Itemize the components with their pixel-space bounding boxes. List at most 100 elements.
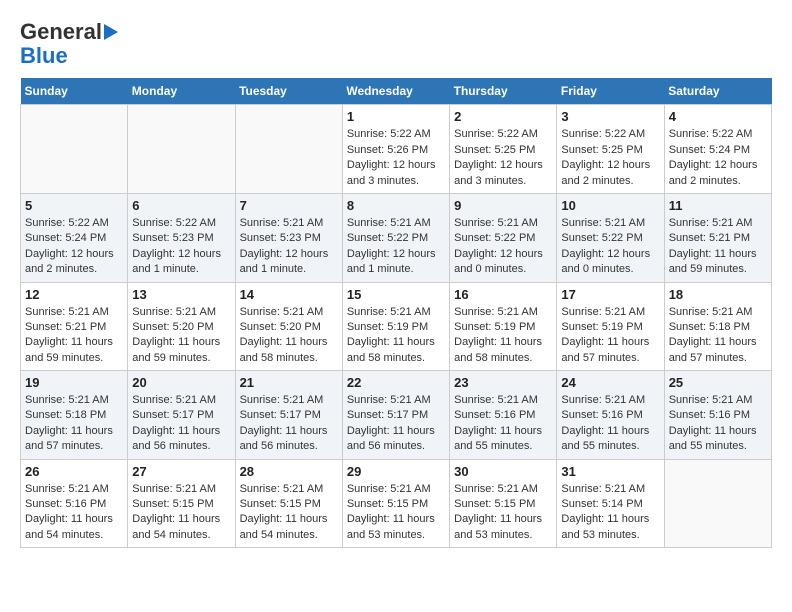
calendar-cell — [664, 459, 771, 548]
day-number: 3 — [561, 109, 659, 124]
calendar-cell: 9 Sunrise: 5:21 AM Sunset: 5:22 PM Daylig… — [450, 193, 557, 282]
calendar-header-row: SundayMondayTuesdayWednesdayThursdayFrid… — [21, 78, 772, 105]
calendar-cell: 3 Sunrise: 5:22 AM Sunset: 5:25 PM Daylig… — [557, 105, 664, 194]
day-info: Sunrise: 5:22 AM Sunset: 5:23 PM Dayligh… — [132, 216, 230, 278]
day-info: Sunrise: 5:21 AM Sunset: 5:16 PM Dayligh… — [561, 393, 659, 455]
calendar-cell: 2Sunrise: 5:22 AM Sunset: 5:25 PM Daylig… — [450, 105, 557, 194]
day-info: Sunrise: 5:21 AM Sunset: 5:17 PM Dayligh… — [347, 393, 445, 455]
day-info: Sunrise: 5:21 AM Sunset: 5:16 PM Dayligh… — [454, 393, 552, 455]
day-number: 12 — [25, 287, 123, 302]
header-wednesday: Wednesday — [342, 78, 449, 105]
calendar-week-0: 1Sunrise: 5:22 AM Sunset: 5:26 PM Daylig… — [21, 105, 772, 194]
day-number: 16 — [454, 287, 552, 302]
day-number: 25 — [669, 375, 767, 390]
calendar-cell: 11Sunrise: 5:21 AM Sunset: 5:21 PM Dayli… — [664, 193, 771, 282]
calendar-cell: 24 Sunrise: 5:21 AM Sunset: 5:16 PM Dayli… — [557, 371, 664, 460]
logo-general: General — [20, 20, 102, 44]
day-info: Sunrise: 5:22 AM Sunset: 5:24 PM Dayligh… — [25, 216, 123, 278]
logo: General Blue — [20, 20, 118, 68]
calendar-cell: 13 Sunrise: 5:21 AM Sunset: 5:20 PM Dayli… — [128, 282, 235, 371]
calendar-cell: 16 Sunrise: 5:21 AM Sunset: 5:19 PM Dayli… — [450, 282, 557, 371]
calendar-cell: 20 Sunrise: 5:21 AM Sunset: 5:17 PM Dayli… — [128, 371, 235, 460]
day-number: 22 — [347, 375, 445, 390]
day-number: 21 — [240, 375, 338, 390]
calendar-cell: 28Sunrise: 5:21 AM Sunset: 5:15 PM Dayli… — [235, 459, 342, 548]
day-info: Sunrise: 5:21 AM Sunset: 5:19 PM Dayligh… — [561, 305, 659, 367]
calendar-cell: 21 Sunrise: 5:21 AM Sunset: 5:17 PM Dayli… — [235, 371, 342, 460]
day-number: 13 — [132, 287, 230, 302]
day-info: Sunrise: 5:21 AM Sunset: 5:17 PM Dayligh… — [132, 393, 230, 455]
calendar-cell: 29Sunrise: 5:21 AM Sunset: 5:15 PM Dayli… — [342, 459, 449, 548]
calendar-cell: 6 Sunrise: 5:22 AM Sunset: 5:23 PM Daylig… — [128, 193, 235, 282]
calendar-cell: 30 Sunrise: 5:21 AM Sunset: 5:15 PM Dayli… — [450, 459, 557, 548]
calendar-cell: 12 Sunrise: 5:21 AM Sunset: 5:21 PM Dayli… — [21, 282, 128, 371]
day-number: 4 — [669, 109, 767, 124]
header-friday: Friday — [557, 78, 664, 105]
day-info: Sunrise: 5:21 AM Sunset: 5:20 PM Dayligh… — [240, 305, 338, 367]
calendar-week-4: 26 Sunrise: 5:21 AM Sunset: 5:16 PM Dayli… — [21, 459, 772, 548]
day-number: 29 — [347, 464, 445, 479]
day-info: Sunrise: 5:21 AM Sunset: 5:19 PM Dayligh… — [454, 305, 552, 367]
day-info: Sunrise: 5:21 AM Sunset: 5:18 PM Dayligh… — [25, 393, 123, 455]
day-number: 26 — [25, 464, 123, 479]
day-info: Sunrise: 5:21 AM Sunset: 5:20 PM Dayligh… — [132, 305, 230, 367]
day-number: 9 — [454, 198, 552, 213]
day-info: Sunrise: 5:21 AM Sunset: 5:21 PM Dayligh… — [25, 305, 123, 367]
header-tuesday: Tuesday — [235, 78, 342, 105]
calendar-cell — [128, 105, 235, 194]
calendar-cell: 15 Sunrise: 5:21 AM Sunset: 5:19 PM Dayli… — [342, 282, 449, 371]
day-number: 30 — [454, 464, 552, 479]
calendar-cell: 5 Sunrise: 5:22 AM Sunset: 5:24 PM Daylig… — [21, 193, 128, 282]
calendar-cell: 4Sunrise: 5:22 AM Sunset: 5:24 PM Daylig… — [664, 105, 771, 194]
page-header: General Blue — [20, 20, 772, 68]
day-number: 28 — [240, 464, 338, 479]
day-number: 8 — [347, 198, 445, 213]
day-info: Sunrise: 5:21 AM Sunset: 5:19 PM Dayligh… — [347, 305, 445, 367]
day-info: Sunrise: 5:21 AM Sunset: 5:22 PM Dayligh… — [561, 216, 659, 278]
day-number: 5 — [25, 198, 123, 213]
day-number: 14 — [240, 287, 338, 302]
calendar-cell: 27 Sunrise: 5:21 AM Sunset: 5:15 PM Dayli… — [128, 459, 235, 548]
day-info: Sunrise: 5:21 AM Sunset: 5:22 PM Dayligh… — [454, 216, 552, 278]
day-info: Sunrise: 5:21 AM Sunset: 5:15 PM Dayligh… — [454, 482, 552, 544]
logo-blue: Blue — [20, 44, 68, 68]
header-sunday: Sunday — [21, 78, 128, 105]
day-info: Sunrise: 5:21 AM Sunset: 5:14 PM Dayligh… — [561, 482, 659, 544]
header-saturday: Saturday — [664, 78, 771, 105]
calendar-cell: 31Sunrise: 5:21 AM Sunset: 5:14 PM Dayli… — [557, 459, 664, 548]
day-number: 24 — [561, 375, 659, 390]
calendar-cell: 17 Sunrise: 5:21 AM Sunset: 5:19 PM Dayli… — [557, 282, 664, 371]
calendar-cell — [21, 105, 128, 194]
day-info: Sunrise: 5:21 AM Sunset: 5:16 PM Dayligh… — [25, 482, 123, 544]
day-number: 15 — [347, 287, 445, 302]
day-number: 18 — [669, 287, 767, 302]
day-number: 7 — [240, 198, 338, 213]
calendar-cell: 23 Sunrise: 5:21 AM Sunset: 5:16 PM Dayli… — [450, 371, 557, 460]
header-monday: Monday — [128, 78, 235, 105]
calendar-cell: 25Sunrise: 5:21 AM Sunset: 5:16 PM Dayli… — [664, 371, 771, 460]
calendar-cell: 18 Sunrise: 5:21 AM Sunset: 5:18 PM Dayli… — [664, 282, 771, 371]
calendar-cell: 14 Sunrise: 5:21 AM Sunset: 5:20 PM Dayli… — [235, 282, 342, 371]
calendar-cell — [235, 105, 342, 194]
calendar-cell: 8Sunrise: 5:21 AM Sunset: 5:22 PM Daylig… — [342, 193, 449, 282]
day-number: 27 — [132, 464, 230, 479]
day-info: Sunrise: 5:22 AM Sunset: 5:25 PM Dayligh… — [561, 127, 659, 189]
day-number: 20 — [132, 375, 230, 390]
calendar-week-1: 5 Sunrise: 5:22 AM Sunset: 5:24 PM Daylig… — [21, 193, 772, 282]
day-info: Sunrise: 5:21 AM Sunset: 5:23 PM Dayligh… — [240, 216, 338, 278]
header-thursday: Thursday — [450, 78, 557, 105]
day-number: 6 — [132, 198, 230, 213]
calendar-cell: 1Sunrise: 5:22 AM Sunset: 5:26 PM Daylig… — [342, 105, 449, 194]
calendar-table: SundayMondayTuesdayWednesdayThursdayFrid… — [20, 78, 772, 548]
day-number: 1 — [347, 109, 445, 124]
day-info: Sunrise: 5:21 AM Sunset: 5:17 PM Dayligh… — [240, 393, 338, 455]
logo-arrow-icon — [104, 24, 118, 40]
day-number: 11 — [669, 198, 767, 213]
calendar-week-2: 12 Sunrise: 5:21 AM Sunset: 5:21 PM Dayli… — [21, 282, 772, 371]
day-info: Sunrise: 5:21 AM Sunset: 5:18 PM Dayligh… — [669, 305, 767, 367]
calendar-cell: 19Sunrise: 5:21 AM Sunset: 5:18 PM Dayli… — [21, 371, 128, 460]
day-number: 17 — [561, 287, 659, 302]
calendar-cell: 22 Sunrise: 5:21 AM Sunset: 5:17 PM Dayli… — [342, 371, 449, 460]
day-number: 23 — [454, 375, 552, 390]
day-info: Sunrise: 5:21 AM Sunset: 5:15 PM Dayligh… — [132, 482, 230, 544]
